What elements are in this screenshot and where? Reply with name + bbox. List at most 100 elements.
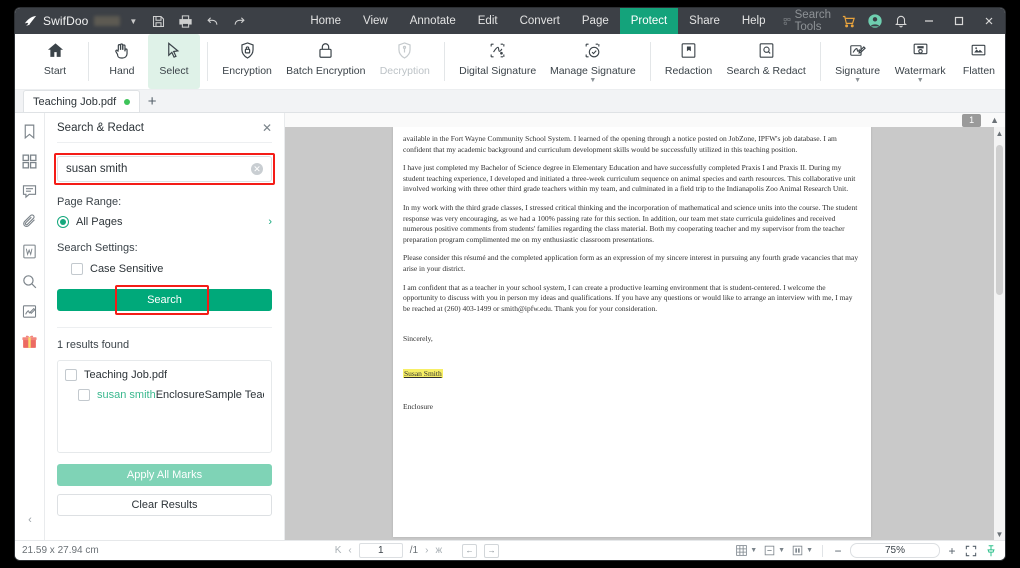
scrollbar-thumb[interactable] bbox=[996, 145, 1003, 295]
side-rail: ‹ bbox=[15, 113, 45, 540]
previous-view-button[interactable]: ← bbox=[462, 543, 478, 558]
ribbon-encryption[interactable]: Encryption bbox=[215, 34, 279, 89]
results-count: 1 results found bbox=[57, 339, 130, 351]
menu-convert[interactable]: Convert bbox=[509, 8, 571, 34]
grid-view-button[interactable]: ▼ bbox=[735, 544, 757, 557]
next-page-button[interactable]: › bbox=[425, 545, 428, 556]
ribbon-signature[interactable]: Signature ▼ bbox=[828, 34, 888, 89]
radio-all-pages[interactable] bbox=[57, 216, 69, 228]
zoom-out-button[interactable]: − bbox=[832, 544, 844, 558]
pdf-page[interactable]: available in the Fort Wayne Community Sc… bbox=[393, 127, 871, 537]
chevron-down-icon[interactable]: ▼ bbox=[589, 77, 596, 84]
gift-icon[interactable] bbox=[21, 333, 38, 350]
ribbon-search-redact[interactable]: Search & Redact bbox=[720, 34, 813, 89]
ribbon-select[interactable]: Select bbox=[147, 34, 200, 89]
new-tab-button[interactable]: + bbox=[140, 90, 164, 112]
page-number-input[interactable] bbox=[358, 543, 403, 558]
notifications-button[interactable] bbox=[888, 8, 914, 34]
maximize-button[interactable] bbox=[944, 8, 974, 34]
chevron-down-icon[interactable]: ▼ bbox=[854, 77, 861, 84]
undo-icon[interactable] bbox=[205, 14, 220, 29]
stamp-icon[interactable] bbox=[21, 303, 38, 320]
list-item[interactable]: susan smithEnclosureSample Teacher Cov bbox=[65, 389, 264, 402]
bell-icon bbox=[895, 15, 907, 28]
attachment-icon[interactable] bbox=[21, 213, 38, 230]
collapse-panel-button[interactable]: ‹ bbox=[15, 514, 45, 526]
divider bbox=[206, 42, 208, 81]
list-item[interactable]: Teaching Job.pdf bbox=[65, 369, 264, 382]
chevron-up-icon[interactable]: ▲ bbox=[990, 115, 999, 125]
close-button[interactable] bbox=[974, 8, 1004, 34]
ribbon-decryption[interactable]: Decryption bbox=[372, 34, 437, 89]
last-page-button[interactable]: ж bbox=[435, 545, 442, 556]
page-navigation: K ‹ /1 › ж ← → bbox=[335, 543, 500, 558]
divider bbox=[444, 42, 446, 81]
redo-icon[interactable] bbox=[232, 14, 247, 29]
chevron-down-icon[interactable]: ▼ bbox=[778, 547, 785, 554]
ribbon-batch-encryption[interactable]: Batch Encryption bbox=[279, 34, 372, 89]
case-sensitive-label: Case Sensitive bbox=[90, 263, 164, 275]
menu-home[interactable]: Home bbox=[299, 8, 352, 34]
zoom-level[interactable]: 75% bbox=[850, 543, 940, 558]
account-icon bbox=[868, 14, 882, 28]
result-file-checkbox[interactable] bbox=[65, 369, 77, 381]
chevron-down-icon[interactable]: ▼ bbox=[750, 547, 757, 554]
continuous-page-button[interactable]: ▼ bbox=[791, 544, 813, 557]
ribbon-watermark[interactable]: Watermark ▼ bbox=[887, 34, 953, 89]
search-icon[interactable] bbox=[21, 273, 38, 290]
zoom-in-button[interactable]: + bbox=[946, 544, 958, 558]
menu-page[interactable]: Page bbox=[571, 8, 620, 34]
cart-button[interactable] bbox=[836, 8, 862, 34]
scroll-up-icon[interactable]: ▲ bbox=[994, 127, 1005, 139]
result-match-checkbox[interactable] bbox=[78, 389, 90, 401]
single-page-button[interactable]: ▼ bbox=[763, 544, 785, 557]
pin-icon[interactable] bbox=[984, 544, 998, 558]
chevron-down-icon[interactable]: ▼ bbox=[806, 547, 813, 554]
word-icon[interactable] bbox=[21, 243, 38, 260]
menu-share[interactable]: Share bbox=[678, 8, 731, 34]
menu-annotate[interactable]: Annotate bbox=[399, 8, 467, 34]
menu-help[interactable]: Help bbox=[731, 8, 777, 34]
account-button[interactable] bbox=[862, 8, 888, 34]
panel-header: Search & Redact ✕ bbox=[57, 113, 272, 143]
clear-results-button[interactable]: Clear Results bbox=[57, 494, 272, 516]
apply-all-marks-button[interactable]: Apply All Marks bbox=[57, 464, 272, 486]
search-input-box[interactable]: ✕ bbox=[57, 156, 272, 182]
print-icon[interactable] bbox=[178, 14, 193, 29]
fullscreen-icon[interactable] bbox=[964, 544, 978, 558]
search-input[interactable] bbox=[66, 163, 251, 175]
ribbon-start[interactable]: Start bbox=[29, 34, 81, 89]
page-badge: 1 bbox=[962, 113, 982, 127]
page-dimensions: 21.59 x 27.94 cm bbox=[22, 545, 99, 556]
search-button[interactable]: Search bbox=[57, 289, 272, 311]
menu-protect[interactable]: Protect bbox=[619, 8, 679, 34]
case-sensitive-checkbox[interactable] bbox=[71, 263, 83, 275]
search-button-wrapper: Search bbox=[57, 285, 272, 315]
chevron-down-icon[interactable]: ▼ bbox=[917, 77, 924, 84]
scroll-down-icon[interactable]: ▼ bbox=[994, 528, 1005, 540]
ribbon-digital-signature[interactable]: Digital Signature bbox=[452, 34, 543, 89]
ribbon-flatten[interactable]: Flatten bbox=[953, 34, 1005, 89]
bookmark-icon[interactable] bbox=[21, 123, 38, 140]
redaction-highlight[interactable]: Susan Smith bbox=[403, 368, 443, 378]
menu-edit[interactable]: Edit bbox=[467, 8, 509, 34]
clear-search-icon[interactable]: ✕ bbox=[251, 163, 263, 175]
comment-icon[interactable] bbox=[21, 183, 38, 200]
search-tools[interactable]: Search Tools bbox=[783, 9, 836, 33]
first-page-button[interactable]: K bbox=[335, 545, 342, 556]
ribbon-search-redact-label: Search & Redact bbox=[726, 65, 806, 77]
save-icon[interactable] bbox=[151, 14, 166, 29]
thumbnails-icon[interactable] bbox=[21, 153, 38, 170]
minimize-button[interactable] bbox=[914, 8, 944, 34]
ribbon-manage-signature[interactable]: Manage Signature ▼ bbox=[543, 34, 642, 89]
ribbon-hand[interactable]: Hand bbox=[96, 34, 148, 89]
document-tab[interactable]: Teaching Job.pdf bbox=[23, 90, 141, 112]
chevron-right-icon[interactable]: › bbox=[268, 216, 272, 228]
next-view-button[interactable]: → bbox=[484, 543, 500, 558]
vertical-scrollbar[interactable]: ▲ ▼ bbox=[994, 127, 1005, 540]
previous-page-button[interactable]: ‹ bbox=[348, 545, 351, 556]
menu-view[interactable]: View bbox=[352, 8, 399, 34]
chevron-down-icon[interactable]: ▼ bbox=[129, 17, 137, 26]
ribbon-redaction[interactable]: Redaction bbox=[658, 34, 720, 89]
close-icon[interactable]: ✕ bbox=[262, 122, 272, 134]
